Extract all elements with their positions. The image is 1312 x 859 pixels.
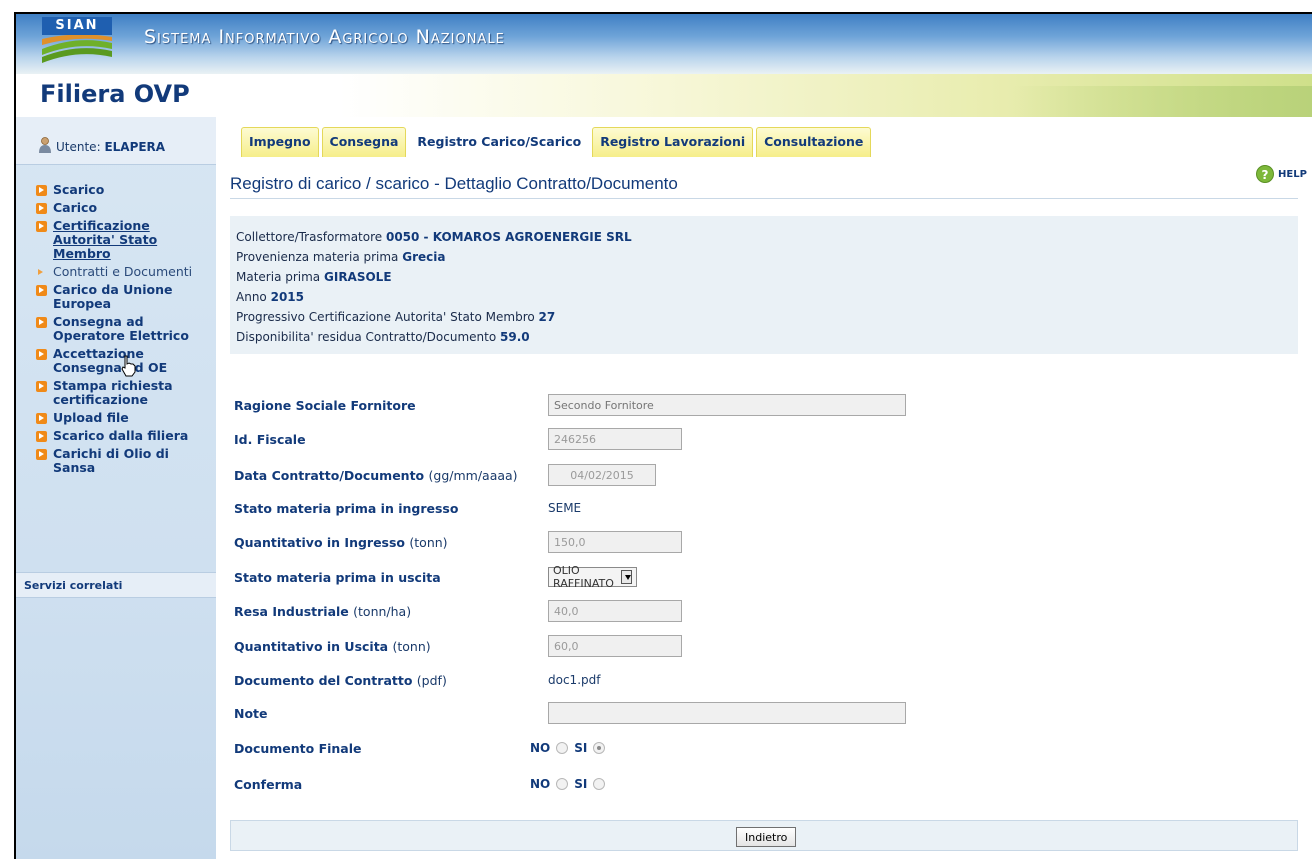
finale-si-radio[interactable]	[593, 742, 606, 754]
sub-arrow-icon	[36, 267, 47, 278]
conferma-no-radio[interactable]	[556, 778, 569, 790]
info-anno: Anno 2015	[236, 290, 304, 304]
arrow-icon	[36, 413, 47, 424]
note-input[interactable]	[548, 702, 906, 724]
user-icon	[39, 137, 51, 153]
ragione-sociale-input[interactable]	[548, 394, 906, 416]
arrow-icon	[36, 221, 47, 232]
help-icon: ?	[1256, 165, 1274, 183]
sidebar-item-certificazione[interactable]: Certificazione Autorita' Stato Membro	[36, 219, 211, 261]
arrow-icon	[36, 285, 47, 296]
sidebar-item-upload[interactable]: Upload file	[36, 411, 211, 425]
sidebar: Utente: ELAPERA Scarico Carico Certifica…	[16, 117, 216, 859]
tab-consegna[interactable]: Consegna	[321, 127, 407, 157]
top-tabs: Impegno Consegna Registro Carico/Scarico…	[241, 127, 872, 157]
site-header: SIAN Sistema Informativo Agricolo Nazion…	[16, 14, 1312, 117]
related-services[interactable]: Servizi correlati	[16, 572, 216, 598]
tab-impegno[interactable]: Impegno	[241, 127, 319, 157]
arrow-icon	[36, 431, 47, 442]
arrow-icon	[36, 449, 47, 460]
title-divider	[230, 198, 1298, 199]
arrow-icon	[36, 349, 47, 360]
info-provenienza: Provenienza materia prima Grecia	[236, 250, 446, 264]
sidebar-item-olio-sansa[interactable]: Carichi di Olio di Sansa	[36, 447, 211, 475]
main-content: Impegno Consegna Registro Carico/Scarico…	[216, 117, 1312, 859]
sidebar-item-consegna-oe[interactable]: Consegna ad Operatore Elettrico	[36, 315, 211, 343]
id-fiscale-input[interactable]	[548, 428, 682, 450]
hand-cursor-icon	[121, 355, 136, 377]
user-box: Utente: ELAPERA	[16, 117, 216, 165]
data-contratto-input[interactable]	[548, 464, 656, 486]
arrow-icon	[36, 317, 47, 328]
resa-input[interactable]	[548, 600, 682, 622]
tab-consultazione[interactable]: Consultazione	[756, 127, 872, 157]
conferma-si-radio[interactable]	[593, 778, 606, 790]
arrow-icon	[36, 381, 47, 392]
sidebar-item-carico-ue[interactable]: Carico da Unione Europea	[36, 283, 211, 311]
info-disponibilita: Disponibilita' residua Contratto/Documen…	[236, 330, 530, 344]
chevron-down-icon	[621, 570, 632, 584]
qty-ingresso-input[interactable]	[548, 531, 682, 553]
finale-no-radio[interactable]	[556, 742, 569, 754]
info-materia: Materia prima GIRASOLE	[236, 270, 392, 284]
stato-ingresso-value: SEME	[548, 501, 582, 515]
info-collettore: Collettore/Trasformatore 0050 - KOMAROS …	[236, 230, 632, 244]
stato-uscita-select[interactable]: OLIO RAFFINATO	[548, 564, 637, 590]
tab-registro-lavorazioni[interactable]: Registro Lavorazioni	[592, 127, 754, 157]
user-name: ELAPERA	[104, 140, 166, 154]
footer-bar: Indietro	[230, 820, 1298, 851]
tab-registro-carico-scarico[interactable]: Registro Carico/Scarico	[409, 127, 590, 157]
page-title: Registro di carico / scarico - Dettaglio…	[230, 174, 678, 193]
site-title: Sistema Informativo Agricolo Nazionale	[144, 26, 505, 48]
arrow-icon	[36, 185, 47, 196]
sidebar-item-stampa[interactable]: Stampa richiesta certificazione	[36, 379, 211, 407]
sian-logo[interactable]: SIAN	[42, 17, 112, 65]
app-frame: SIAN Sistema Informativo Agricolo Nazion…	[14, 12, 1312, 859]
back-button[interactable]: Indietro	[736, 827, 797, 847]
app-title: Filiera OVP	[40, 80, 190, 108]
sidebar-item-scarico[interactable]: Scarico	[36, 183, 211, 197]
arrow-icon	[36, 203, 47, 214]
sidebar-item-scarico-filiera[interactable]: Scarico dalla filiera	[36, 429, 211, 443]
contract-info-box: Collettore/Trasformatore 0050 - KOMAROS …	[230, 216, 1298, 354]
help-button[interactable]: ? HELP	[1256, 165, 1307, 183]
sidebar-item-carico[interactable]: Carico	[36, 201, 211, 215]
sidebar-menu: Scarico Carico Certificazione Autorita' …	[36, 183, 211, 479]
logo-field-icon	[42, 35, 112, 63]
info-progressivo: Progressivo Certificazione Autorita' Sta…	[236, 310, 556, 324]
qty-uscita-input[interactable]	[548, 635, 682, 657]
sidebar-item-contratti[interactable]: Contratti e Documenti	[36, 265, 211, 279]
documento-value: doc1.pdf	[548, 673, 601, 687]
